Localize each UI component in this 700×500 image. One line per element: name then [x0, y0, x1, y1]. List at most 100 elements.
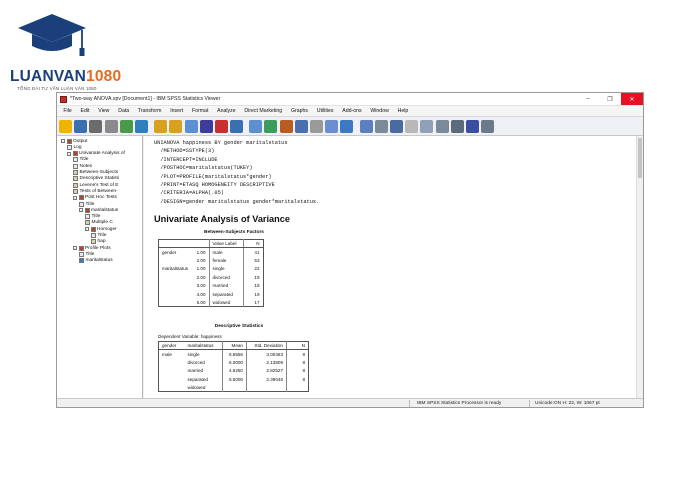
promote-icon[interactable] [359, 119, 373, 133]
table-row[interactable]: maritalstatus 1.00 single 22 [159, 264, 264, 274]
tree-item[interactable]: Tests of Between- [73, 188, 118, 194]
menu-help[interactable]: Help [393, 108, 412, 114]
goto-data-icon[interactable] [184, 119, 198, 133]
tree-item[interactable]: Descriptive Statisti [73, 176, 119, 182]
tree-item[interactable]: - Homoger [85, 226, 117, 232]
demote-icon[interactable] [374, 119, 388, 133]
collapse-toggle-icon[interactable]: - [67, 151, 71, 156]
tree-item[interactable]: Multiple C [85, 220, 113, 226]
menu-window[interactable]: Window [366, 108, 393, 114]
tree-item[interactable]: Log [67, 144, 82, 150]
close-icon[interactable]: ✕ [621, 93, 643, 105]
tree-item[interactable]: Title [91, 233, 106, 239]
descriptive-stats-title[interactable]: Descriptive Statistics [184, 324, 294, 329]
menu-insert[interactable]: Insert [166, 108, 188, 114]
table-row[interactable]: 2.00 divorced 19 [159, 273, 264, 282]
collapse-toggle-icon[interactable]: - [79, 208, 83, 213]
tree-item[interactable]: maritalstatus [79, 258, 113, 264]
table-cell: 2.39046 [246, 375, 287, 384]
insert-heading-icon[interactable] [279, 119, 293, 133]
collapse-toggle-icon[interactable]: - [73, 195, 77, 200]
table-cell: 17 [254, 299, 260, 305]
show-data-icon[interactable] [325, 119, 339, 133]
show-icon[interactable] [420, 119, 434, 133]
menu-analyze[interactable]: Analyze [213, 108, 240, 114]
tree-item[interactable]: Notes [73, 163, 92, 169]
table-row[interactable]: male single 5.5556 3.00463 9 [159, 349, 309, 359]
select-last-output-icon[interactable] [264, 119, 278, 133]
table-row[interactable]: separated 5.5000 2.39046 8 [159, 375, 309, 384]
table-row[interactable]: 5.00 widowed 17 [159, 298, 264, 307]
tree-item[interactable]: Title [85, 214, 100, 220]
menu-graphs[interactable]: Graphs [287, 108, 313, 114]
expand-icon[interactable] [389, 119, 403, 133]
hide-data-icon[interactable] [340, 119, 354, 133]
collapse-toggle-icon[interactable]: - [61, 139, 65, 143]
tree-item[interactable]: Title [79, 251, 94, 257]
table-header-row: Value Label N [158, 238, 264, 249]
processor-status: IBM SPSS Statistics Processor is ready [417, 400, 502, 406]
menu-utilities[interactable]: Utilities [312, 108, 338, 114]
outline-navigation-pane[interactable]: - Output Log - Univariate Analysis of Title No… [57, 136, 143, 398]
redo-icon[interactable] [169, 119, 183, 133]
menu-file[interactable]: File [59, 108, 76, 114]
insert-title-icon[interactable] [294, 119, 308, 133]
tree-item[interactable]: - maritalstatus [79, 207, 118, 213]
collapse-toggle-icon[interactable]: - [73, 246, 77, 251]
tree-item[interactable]: - Output [61, 138, 87, 144]
tree-item[interactable]: Title [79, 201, 94, 207]
undo-icon[interactable] [154, 119, 168, 133]
designate-window-icon[interactable] [249, 119, 263, 133]
menu-format[interactable]: Format [188, 108, 213, 114]
between-subjects-title[interactable]: Between-Subjects Factors [174, 230, 294, 235]
table-row[interactable]: widowed [159, 383, 309, 392]
print-preview-icon[interactable] [104, 119, 118, 133]
vertical-scrollbar[interactable] [636, 136, 643, 398]
table-row[interactable]: gender 1.00 male 41 [159, 247, 264, 257]
collapse-toggle-icon[interactable]: - [85, 227, 89, 232]
syntax-log[interactable]: UNIANOVA happiness BY gender maritalstat… [154, 139, 319, 206]
menu-transform[interactable]: Transform [134, 108, 166, 114]
output-content-pane[interactable]: UNIANOVA happiness BY gender maritalstat… [144, 136, 638, 398]
pivot-icon[interactable] [465, 119, 479, 133]
hide-icon[interactable] [435, 119, 449, 133]
table-row[interactable]: married 4.6250 2.82527 8 [159, 366, 309, 376]
print-icon[interactable] [89, 119, 103, 133]
recall-dialog-icon[interactable] [134, 119, 148, 133]
split-file-icon[interactable] [450, 119, 464, 133]
minimize-icon[interactable]: – [577, 93, 599, 105]
tree-item[interactable]: Levene's Test of E [73, 182, 118, 188]
tree-item[interactable]: Title [73, 157, 88, 163]
table-row[interactable]: 3.00 married 18 [159, 281, 264, 290]
tree-item[interactable]: hap [91, 239, 106, 245]
table-row[interactable]: 2.00 female 53 [159, 256, 264, 265]
section-title[interactable]: Univariate Analysis of Variance [154, 214, 290, 224]
menu-add-ons[interactable]: Add-ons [338, 108, 366, 114]
table-row[interactable]: 4.00 separated 19 [159, 289, 264, 299]
between-subjects-table[interactable]: Value Label Ngender 1.00 male 41 2.00 female 53… [158, 238, 264, 308]
variables-icon[interactable] [230, 119, 244, 133]
goto-case-icon[interactable] [199, 119, 213, 133]
menu-data[interactable]: Data [114, 108, 134, 114]
tree-item[interactable]: Between-Subjects [73, 170, 118, 176]
collapse-icon[interactable] [405, 119, 419, 133]
table-row[interactable]: divorced 6.0000 2.13809 8 [159, 358, 309, 367]
insert-text-icon[interactable] [310, 119, 323, 133]
tree-item[interactable]: - Profile Plots [73, 245, 111, 251]
spell-icon[interactable] [481, 119, 495, 133]
descriptive-stats-table[interactable]: gender maritalstatus Mean Std. Deviation Nma… [158, 340, 309, 393]
table-cell [222, 383, 247, 392]
scrollbar-thumb[interactable] [638, 138, 642, 178]
page-icon [85, 214, 90, 220]
save-icon[interactable] [74, 119, 88, 133]
menu-direct-marketing[interactable]: Direct Marketing [240, 108, 287, 114]
open-icon[interactable] [59, 119, 72, 133]
menu-edit[interactable]: Edit [76, 108, 94, 114]
menu-view[interactable]: View [94, 108, 114, 114]
column-header: N [286, 340, 309, 351]
maximize-icon[interactable]: ❐ [599, 93, 621, 105]
tree-item[interactable]: - Univariate Analysis of [67, 151, 125, 157]
goto-variable-icon[interactable] [214, 119, 228, 133]
tree-item[interactable]: - Post Hoc Tests [73, 195, 117, 201]
export-icon[interactable] [119, 119, 133, 133]
